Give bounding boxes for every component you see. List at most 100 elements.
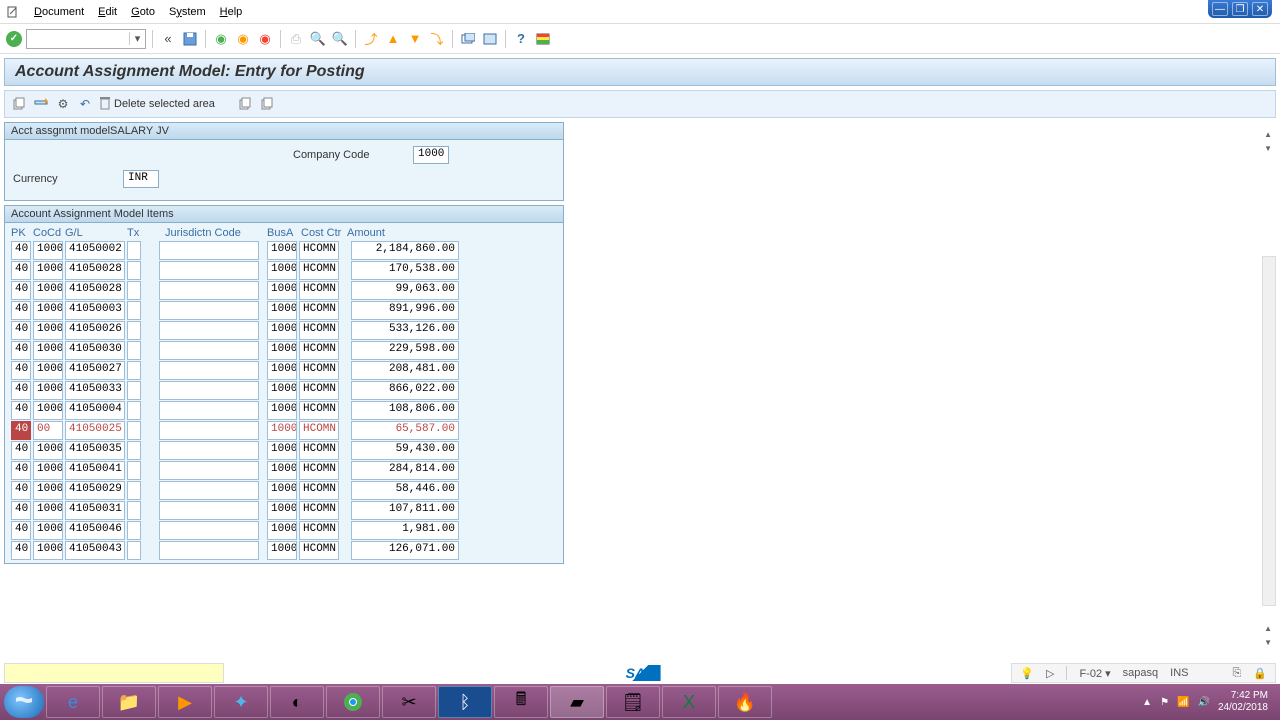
settings-icon[interactable]: ⚙	[55, 96, 71, 112]
page-scroll-up-icon[interactable]: ▲	[1264, 624, 1272, 633]
taskbar-app1[interactable]: ✦	[214, 686, 268, 718]
cell-cocd[interactable]: 1000	[33, 241, 63, 260]
cell-jur[interactable]	[159, 421, 259, 440]
taskbar-notes[interactable]: 🗒	[606, 686, 660, 718]
cell-cocd[interactable]: 1000	[33, 381, 63, 400]
cell-jur[interactable]	[159, 381, 259, 400]
taskbar-calc[interactable]: 🖩	[494, 686, 548, 718]
cell-amount[interactable]: 58,446.00	[351, 481, 459, 500]
cell-costctr[interactable]: HCOMN	[299, 341, 339, 360]
layout-icon[interactable]	[534, 30, 552, 48]
cell-cocd[interactable]: 1000	[33, 361, 63, 380]
cell-tx[interactable]	[127, 361, 141, 380]
cell-costctr[interactable]: HCOMN	[299, 521, 339, 540]
cell-amount[interactable]: 2,184,860.00	[351, 241, 459, 260]
back-icon[interactable]: «	[159, 30, 177, 48]
panel-scroll-up-icon[interactable]: ▲	[1264, 130, 1272, 139]
cell-cocd[interactable]: 1000	[33, 401, 63, 420]
cell-costctr[interactable]: HCOMN	[299, 381, 339, 400]
menu-document[interactable]: Document	[34, 6, 84, 18]
cell-jur[interactable]	[159, 301, 259, 320]
help-icon[interactable]: ?	[512, 30, 530, 48]
cell-pk[interactable]: 40	[11, 461, 31, 480]
cell-busa[interactable]: 1000	[267, 421, 297, 440]
cell-busa[interactable]: 1000	[267, 381, 297, 400]
cell-amount[interactable]: 170,538.00	[351, 261, 459, 280]
print-icon[interactable]: ⎙	[287, 30, 305, 48]
table-row[interactable]: 4000410500251000HCOMN65,587.00	[7, 421, 561, 440]
cell-pk[interactable]: 40	[11, 421, 31, 440]
cell-amount[interactable]: 99,063.00	[351, 281, 459, 300]
cell-cocd[interactable]: 1000	[33, 301, 63, 320]
cell-amount[interactable]: 229,598.00	[351, 341, 459, 360]
taskbar-snip[interactable]: ✂	[382, 686, 436, 718]
cell-busa[interactable]: 1000	[267, 321, 297, 340]
table-row[interactable]: 401000410500041000HCOMN108,806.00	[7, 401, 561, 420]
cell-gl[interactable]: 41050028	[65, 261, 125, 280]
delete-selected-button[interactable]: Delete selected area	[99, 96, 215, 113]
cell-jur[interactable]	[159, 481, 259, 500]
cell-costctr[interactable]: HCOMN	[299, 241, 339, 260]
taskbar-excel[interactable]: X	[662, 686, 716, 718]
help-small-icon[interactable]: 💡	[1020, 667, 1034, 680]
cell-pk[interactable]: 40	[11, 481, 31, 500]
lock-icon[interactable]: 🔒	[1253, 667, 1267, 680]
cell-tx[interactable]	[127, 461, 141, 480]
cell-amount[interactable]: 107,811.00	[351, 501, 459, 520]
table-row[interactable]: 401000410500261000HCOMN533,126.00	[7, 321, 561, 340]
exit-icon[interactable]: ◉	[234, 30, 252, 48]
cell-busa[interactable]: 1000	[267, 461, 297, 480]
taskbar-ie[interactable]: e	[46, 686, 100, 718]
cell-gl[interactable]: 41050035	[65, 441, 125, 460]
vertical-scrollbar[interactable]	[1262, 256, 1276, 606]
cell-pk[interactable]: 40	[11, 341, 31, 360]
cell-pk[interactable]: 40	[11, 381, 31, 400]
cell-cocd[interactable]: 1000	[33, 321, 63, 340]
cell-busa[interactable]: 1000	[267, 241, 297, 260]
cell-pk[interactable]: 40	[11, 261, 31, 280]
cell-gl[interactable]: 41050027	[65, 361, 125, 380]
cell-gl[interactable]: 41050046	[65, 521, 125, 540]
cell-gl[interactable]: 41050002	[65, 241, 125, 260]
cell-amount[interactable]: 65,587.00	[351, 421, 459, 440]
cell-busa[interactable]: 1000	[267, 441, 297, 460]
cell-amount[interactable]: 126,071.00	[351, 541, 459, 560]
cell-pk[interactable]: 40	[11, 321, 31, 340]
insert-row-icon[interactable]	[33, 96, 49, 112]
cell-busa[interactable]: 1000	[267, 541, 297, 560]
cell-cocd[interactable]: 1000	[33, 521, 63, 540]
new-session-icon[interactable]	[459, 30, 477, 48]
taskbar-bluetooth[interactable]: ᛒ	[438, 686, 492, 718]
cell-jur[interactable]	[159, 541, 259, 560]
cell-busa[interactable]: 1000	[267, 501, 297, 520]
cell-costctr[interactable]: HCOMN	[299, 461, 339, 480]
cell-tx[interactable]	[127, 401, 141, 420]
cell-tx[interactable]	[127, 261, 141, 280]
table-row[interactable]: 401000410500281000HCOMN170,538.00	[7, 261, 561, 280]
tray-volume-icon[interactable]: 🔊	[1197, 697, 1209, 708]
tray-flag-icon[interactable]: ▲	[1142, 697, 1152, 708]
copy2-icon[interactable]	[237, 96, 253, 112]
cell-costctr[interactable]: HCOMN	[299, 301, 339, 320]
menu-help[interactable]: Help	[220, 6, 243, 18]
tray-network-icon[interactable]: 📶	[1177, 697, 1189, 708]
cell-pk[interactable]: 40	[11, 241, 31, 260]
cell-costctr[interactable]: HCOMN	[299, 261, 339, 280]
cell-tx[interactable]	[127, 501, 141, 520]
cell-amount[interactable]: 891,996.00	[351, 301, 459, 320]
cell-busa[interactable]: 1000	[267, 261, 297, 280]
cell-costctr[interactable]: HCOMN	[299, 421, 339, 440]
cell-costctr[interactable]: HCOMN	[299, 361, 339, 380]
link-icon[interactable]: ⎘	[1232, 667, 1241, 680]
cell-cocd[interactable]: 1000	[33, 481, 63, 500]
cell-busa[interactable]: 1000	[267, 361, 297, 380]
cell-cocd[interactable]: 1000	[33, 281, 63, 300]
cell-costctr[interactable]: HCOMN	[299, 481, 339, 500]
cell-jur[interactable]	[159, 281, 259, 300]
cell-cocd[interactable]: 1000	[33, 261, 63, 280]
cell-costctr[interactable]: HCOMN	[299, 321, 339, 340]
cell-amount[interactable]: 59,430.00	[351, 441, 459, 460]
cell-busa[interactable]: 1000	[267, 481, 297, 500]
prev-page-icon[interactable]: ▲	[384, 30, 402, 48]
cell-gl[interactable]: 41050030	[65, 341, 125, 360]
